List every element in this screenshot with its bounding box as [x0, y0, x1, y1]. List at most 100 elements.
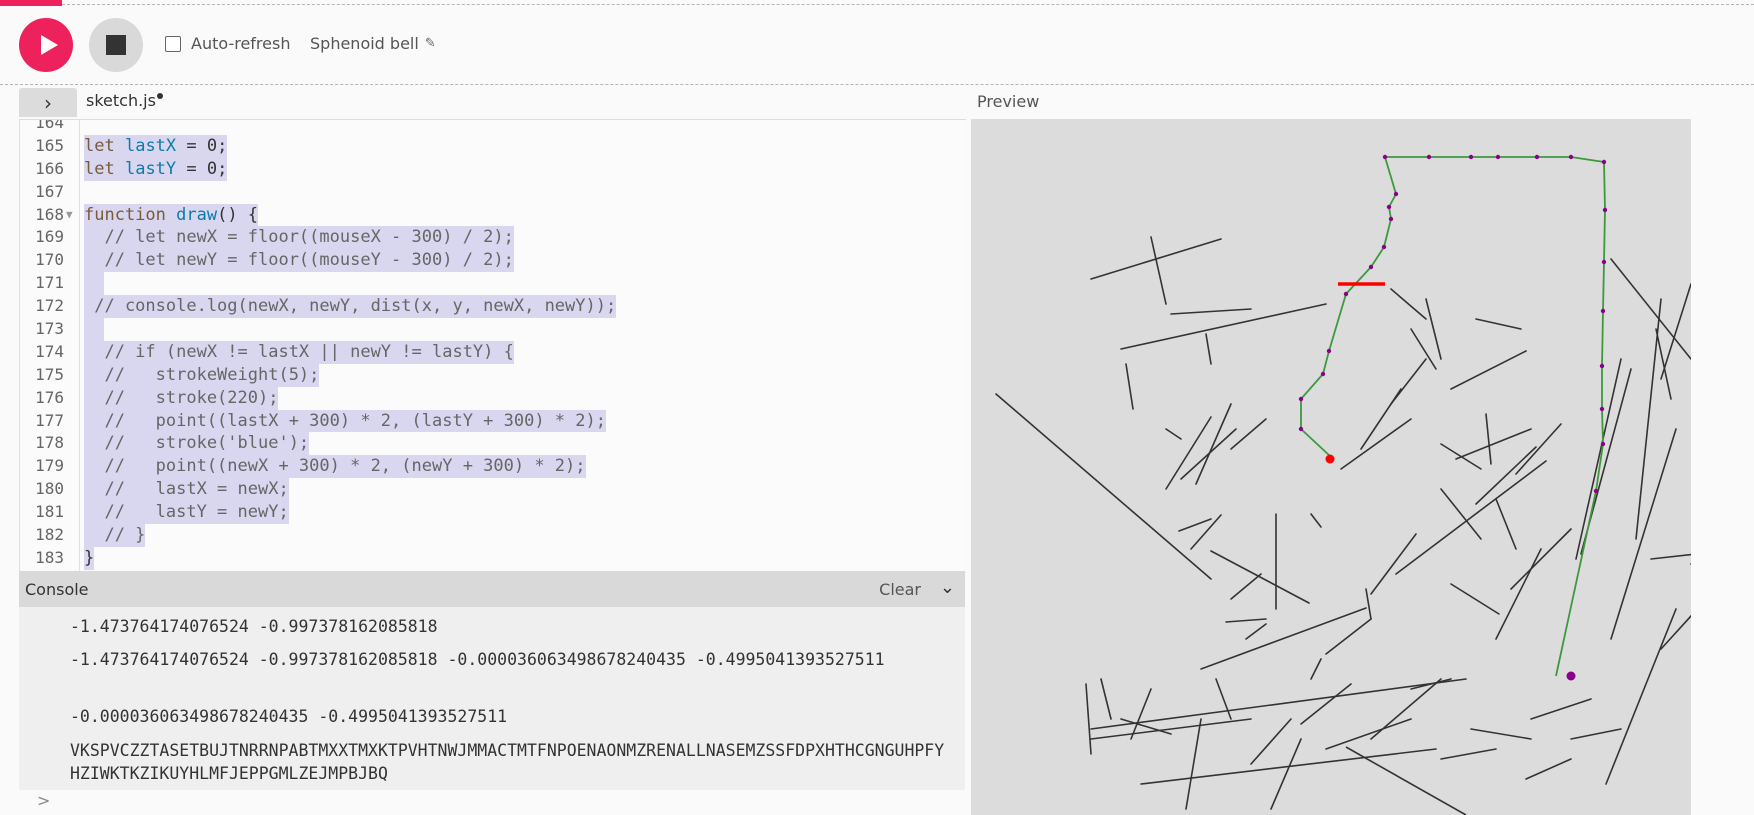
- code-text: function draw() {: [84, 203, 259, 227]
- obstacle-segment: [1310, 513, 1322, 528]
- code-text: // lastY = newY;: [84, 501, 289, 525]
- obstacle-segment: [1450, 583, 1500, 615]
- obstacle-segment: [1085, 683, 1092, 755]
- console-input[interactable]: >: [19, 790, 965, 815]
- end-point: [1566, 671, 1576, 681]
- line-number: 178: [35, 433, 64, 453]
- code-line[interactable]: 181 // lastY = newY;: [20, 501, 966, 525]
- obstacle-segment: [1530, 698, 1592, 720]
- play-icon: [41, 35, 58, 55]
- console-output: -1.473764174076524 -0.997378162085818 -1…: [19, 607, 965, 790]
- obstacle-segment: [1205, 333, 1212, 365]
- obstacle-segment: [1365, 588, 1372, 620]
- auto-refresh-label: Auto-refresh: [191, 34, 291, 53]
- code-line[interactable]: 178 // stroke('blue');: [20, 432, 966, 456]
- obstacle-segment: [1185, 718, 1202, 810]
- code-line[interactable]: 179 // point((newX + 300) * 2, (newY + 3…: [20, 455, 966, 479]
- stop-button[interactable]: [89, 18, 143, 72]
- code-text: // let newY = floor((mouseY - 300) / 2);: [84, 249, 514, 273]
- line-number: 179: [35, 456, 64, 476]
- line-number: 182: [35, 525, 64, 545]
- code-line[interactable]: 169 // let newX = floor((mouseX - 300) /…: [20, 226, 966, 250]
- code-line[interactable]: 170 // let newY = floor((mouseY - 300) /…: [20, 249, 966, 273]
- play-button[interactable]: [19, 18, 73, 72]
- code-line[interactable]: 177 // point((lastX + 300) * 2, (lastY +…: [20, 409, 966, 433]
- obstacle-segment: [1325, 718, 1412, 750]
- obstacle-segment: [1300, 683, 1352, 725]
- sidebar-toggle-button[interactable]: ›: [19, 88, 77, 117]
- sketch-canvas[interactable]: [971, 119, 1691, 815]
- top-divider: [62, 4, 1754, 5]
- file-tab[interactable]: sketch.js: [86, 91, 163, 110]
- code-editor[interactable]: 164 165 let lastX = 0; 166 let lastY = 0; 167…: [19, 119, 966, 573]
- code-text: let lastX = 0;: [84, 134, 228, 158]
- obstacle-segment: [1655, 328, 1672, 400]
- path-node: [1320, 371, 1326, 377]
- obstacle-segment: [1660, 283, 1691, 380]
- line-number: 173: [35, 319, 64, 339]
- obstacle-segment: [1165, 428, 1182, 440]
- fold-arrow-icon[interactable]: ▼: [66, 204, 73, 227]
- code-line[interactable]: 171: [20, 272, 966, 296]
- code-line[interactable]: 167: [20, 181, 966, 204]
- code-line[interactable]: 168 ▼ function draw() {: [20, 203, 966, 227]
- obstacle-segment: [1450, 350, 1527, 390]
- obstacle-segment: [1200, 607, 1367, 670]
- auto-refresh-checkbox[interactable]: [165, 35, 181, 52]
- file-name: sketch.js: [86, 91, 156, 110]
- line-number: 171: [35, 273, 64, 293]
- line-number: 166: [35, 158, 64, 178]
- code-line[interactable]: 174 // if (newX != lastX || newY != last…: [20, 340, 966, 364]
- obstacle-segment: [1170, 308, 1252, 315]
- obstacle-segment: [1525, 758, 1572, 780]
- obstacle-segment: [1150, 236, 1167, 305]
- obstacle-segment: [995, 393, 1212, 580]
- obstacle-segment: [1440, 748, 1497, 760]
- pencil-icon[interactable]: ✎: [425, 36, 436, 51]
- code-text: // stroke('blue');: [84, 432, 310, 456]
- path-node: [1593, 488, 1599, 494]
- auto-refresh-toggle[interactable]: Auto-refresh: [165, 34, 290, 53]
- code-text: [84, 272, 105, 296]
- path-node: [1393, 191, 1399, 197]
- toolbar-divider: [0, 84, 1754, 85]
- obstacle-segment: [1100, 678, 1112, 720]
- obstacle-segment: [1570, 728, 1622, 740]
- code-line[interactable]: 175 // strokeWeight(5);: [20, 363, 966, 387]
- obstacle-segment: [1270, 738, 1302, 810]
- console-title: Console: [25, 580, 89, 599]
- code-lines[interactable]: 164 165 let lastX = 0; 166 let lastY = 0; 167…: [20, 120, 966, 570]
- path-node: [1600, 441, 1606, 447]
- code-line[interactable]: 176 // stroke(220);: [20, 386, 966, 410]
- line-number: 174: [35, 341, 64, 361]
- path-node: [1386, 204, 1392, 210]
- code-line[interactable]: 164: [20, 120, 966, 135]
- chevron-down-icon[interactable]: ⌄: [940, 577, 955, 598]
- line-number: 175: [35, 364, 64, 384]
- code-text: // let newX = floor((mouseX - 300) / 2);: [84, 226, 514, 250]
- path-node: [1534, 154, 1540, 160]
- path-node: [1468, 154, 1474, 160]
- code-line[interactable]: 173: [20, 318, 966, 341]
- code-line[interactable]: 183}: [20, 546, 966, 570]
- sketch-name[interactable]: Sphenoid bell ✎: [310, 34, 436, 53]
- unsaved-indicator-icon: [156, 93, 163, 99]
- obstacle-segment: [1390, 288, 1427, 320]
- obstacle-segment: [1510, 528, 1572, 590]
- code-line[interactable]: 165 let lastX = 0;: [20, 134, 966, 158]
- obstacle-segment: [1310, 658, 1322, 680]
- line-number: 180: [35, 479, 64, 499]
- code-line[interactable]: 180 // lastX = newX;: [20, 478, 966, 502]
- code-line[interactable]: 166 let lastY = 0;: [20, 157, 966, 181]
- obstacle-segment: [1440, 443, 1482, 470]
- path-node: [1388, 216, 1394, 222]
- console-clear-button[interactable]: Clear: [879, 580, 921, 599]
- obstacle-segment: [1215, 678, 1232, 720]
- code-text: // console.log(newX, newY, dist(x, y, ne…: [84, 295, 617, 319]
- code-line[interactable]: 182 // }: [20, 524, 966, 547]
- obstacle-segment: [1195, 403, 1232, 485]
- obstacle-segment: [1210, 550, 1310, 604]
- obstacle-segment: [1610, 258, 1691, 360]
- code-text: // if (newX != lastX || newY != lastY) {: [84, 340, 514, 364]
- code-line[interactable]: 172 // console.log(newX, newY, dist(x, y…: [20, 295, 966, 319]
